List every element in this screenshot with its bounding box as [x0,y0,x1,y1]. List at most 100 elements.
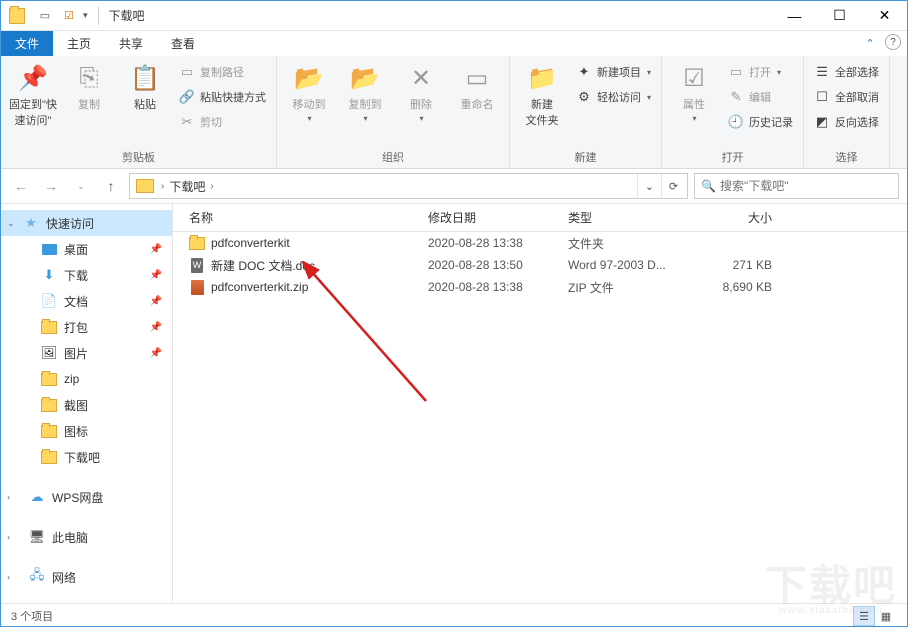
doc-icon: W [189,257,205,273]
maximize-button[interactable]: ☐ [817,1,862,30]
col-date[interactable]: 修改日期 [428,209,568,226]
file-type: 文件夹 [568,235,698,252]
folder-icon [41,397,57,413]
column-headers: 名称 修改日期 类型 大小 [173,204,907,232]
sidebar-tubiao[interactable]: 图标 [1,418,172,444]
selectall-icon: ☰ [814,64,830,80]
view-icons-button[interactable]: ▦ [875,606,897,626]
chevron-right-icon[interactable]: › [7,492,10,502]
moveto-icon: 📂 [293,62,325,94]
file-row[interactable]: W 新建 DOC 文档.doc 2020-08-28 13:50 Word 97… [173,254,907,276]
content-pane: 名称 修改日期 类型 大小 pdfconverterkit 2020-08-28… [173,204,907,603]
chevron-down-icon[interactable]: ⌄ [7,218,15,229]
item-count: 3 个项目 [11,608,53,624]
sidebar-dabao[interactable]: 打包📌 [1,314,172,340]
shortcut-icon: 🔗 [179,89,195,105]
sidebar-desktop[interactable]: 桌面📌 [1,236,172,262]
cut-button[interactable]: ✂剪切 [175,110,270,134]
crumb-sep-icon[interactable]: › [158,181,167,192]
ribbon-group-open: ☑ 属性▾ ▭打开▾ ✎编辑 🕘历史记录 打开 [662,56,804,168]
tab-file[interactable]: 文件 [1,31,53,56]
search-input[interactable] [720,179,892,193]
col-type[interactable]: 类型 [568,209,698,226]
view-details-button[interactable]: ☰ [853,606,875,626]
new-folder-button[interactable]: 📁 新建 文件夹 [516,60,568,130]
group-label-organize: 组织 [277,147,509,168]
selectnone-icon: ☐ [814,89,830,105]
file-date: 2020-08-28 13:38 [428,236,568,250]
select-none-button[interactable]: ☐全部取消 [810,85,883,109]
group-label-open: 打开 [662,147,803,168]
history-icon: 🕘 [728,114,744,130]
minimize-button[interactable]: — [772,1,817,30]
file-row[interactable]: pdfconverterkit 2020-08-28 13:38 文件夹 [173,232,907,254]
sidebar-xiazaiba[interactable]: 下载吧 [1,444,172,470]
properties-button[interactable]: ☑ 属性▾ [668,60,720,125]
edit-button[interactable]: ✎编辑 [724,85,797,109]
chevron-right-icon[interactable]: › [7,532,10,542]
tab-share[interactable]: 共享 [105,31,157,56]
paste-button[interactable]: 📋 粘贴 [119,60,171,114]
file-size: 8,690 KB [698,280,788,294]
open-button[interactable]: ▭打开▾ [724,60,797,84]
delete-button[interactable]: ✕ 删除▾ [395,60,447,125]
new-item-button[interactable]: ✦新建项目▾ [572,60,655,84]
sidebar-zip[interactable]: zip [1,366,172,392]
folder-icon [41,449,57,465]
refresh-icon[interactable]: ⟳ [661,174,685,198]
easy-access-button[interactable]: ⚙轻松访问▾ [572,85,655,109]
breadcrumb-item[interactable]: 下载吧 [167,178,207,195]
sidebar-downloads[interactable]: ⬇下载📌 [1,262,172,288]
file-list: pdfconverterkit 2020-08-28 13:38 文件夹 W 新… [173,232,907,603]
ribbon-collapse-icon[interactable]: ⌃ [861,34,879,52]
copyto-icon: 📂 [349,62,381,94]
file-row[interactable]: pdfconverterkit.zip 2020-08-28 13:38 ZIP… [173,276,907,298]
titlebar: ▭ ☑ ▾ 下载吧 — ☐ ✕ [1,1,907,31]
address-dropdown-icon[interactable]: ⌄ [637,174,661,198]
file-type: Word 97-2003 D... [568,258,698,272]
paste-shortcut-button[interactable]: 🔗粘贴快捷方式 [175,85,270,109]
sidebar-this-pc[interactable]: ›🖥此电脑 [1,524,172,550]
address-input[interactable]: › 下载吧 › ⌄ ⟳ [129,173,688,199]
invert-selection-button[interactable]: ◩反向选择 [810,110,883,134]
crumb-sep-icon[interactable]: › [207,181,216,192]
history-button[interactable]: 🕘历史记录 [724,110,797,134]
recent-dropdown[interactable]: ⌄ [69,174,93,198]
back-button[interactable]: ← [9,174,33,198]
sidebar-quick-access[interactable]: ⌄★快速访问 [1,210,172,236]
sidebar-network[interactable]: ›🖧网络 [1,564,172,590]
qat-check-icon[interactable]: ☑ [60,7,78,25]
qat-dropdown-icon[interactable]: ▾ [83,10,88,21]
sidebar-jietu[interactable]: 截图 [1,392,172,418]
pc-icon: 🖥 [29,529,45,545]
ribbon-group-new: 📁 新建 文件夹 ✦新建项目▾ ⚙轻松访问▾ 新建 [510,56,662,168]
forward-button[interactable]: → [39,174,63,198]
cloud-icon: ☁ [29,489,45,505]
chevron-right-icon[interactable]: › [7,572,10,582]
file-date: 2020-08-28 13:50 [428,258,568,272]
search-box[interactable]: 🔍 [694,173,899,199]
group-label-select: 选择 [804,147,889,168]
col-name[interactable]: 名称 [173,209,428,226]
copyto-button[interactable]: 📂 复制到▾ [339,60,391,125]
tab-view[interactable]: 查看 [157,31,209,56]
rename-button[interactable]: ▭ 重命名 [451,60,503,114]
invert-icon: ◩ [814,114,830,130]
moveto-button[interactable]: 📂 移动到▾ [283,60,335,125]
sidebar-documents[interactable]: 📄文档📌 [1,288,172,314]
sidebar: ⌄★快速访问 桌面📌 ⬇下载📌 📄文档📌 打包📌 🖼图片📌 zip 截图 图标 … [1,204,173,603]
help-icon[interactable]: ? [885,34,901,50]
copy-path-button[interactable]: ▭复制路径 [175,60,270,84]
copy-button[interactable]: ⎘ 复制 [63,60,115,114]
col-size[interactable]: 大小 [698,209,788,226]
ribbon-group-organize: 📂 移动到▾ 📂 复制到▾ ✕ 删除▾ ▭ 重命名 组织 [277,56,510,168]
pin-quickaccess-button[interactable]: 📌 固定到"快 速访问" [7,60,59,130]
rename-icon: ▭ [461,62,493,94]
sidebar-pictures[interactable]: 🖼图片📌 [1,340,172,366]
qat-properties-icon[interactable]: ▭ [36,7,54,25]
select-all-button[interactable]: ☰全部选择 [810,60,883,84]
close-button[interactable]: ✕ [862,1,907,30]
tab-home[interactable]: 主页 [53,31,105,56]
up-button[interactable]: ↑ [99,174,123,198]
sidebar-wps[interactable]: ›☁WPS网盘 [1,484,172,510]
